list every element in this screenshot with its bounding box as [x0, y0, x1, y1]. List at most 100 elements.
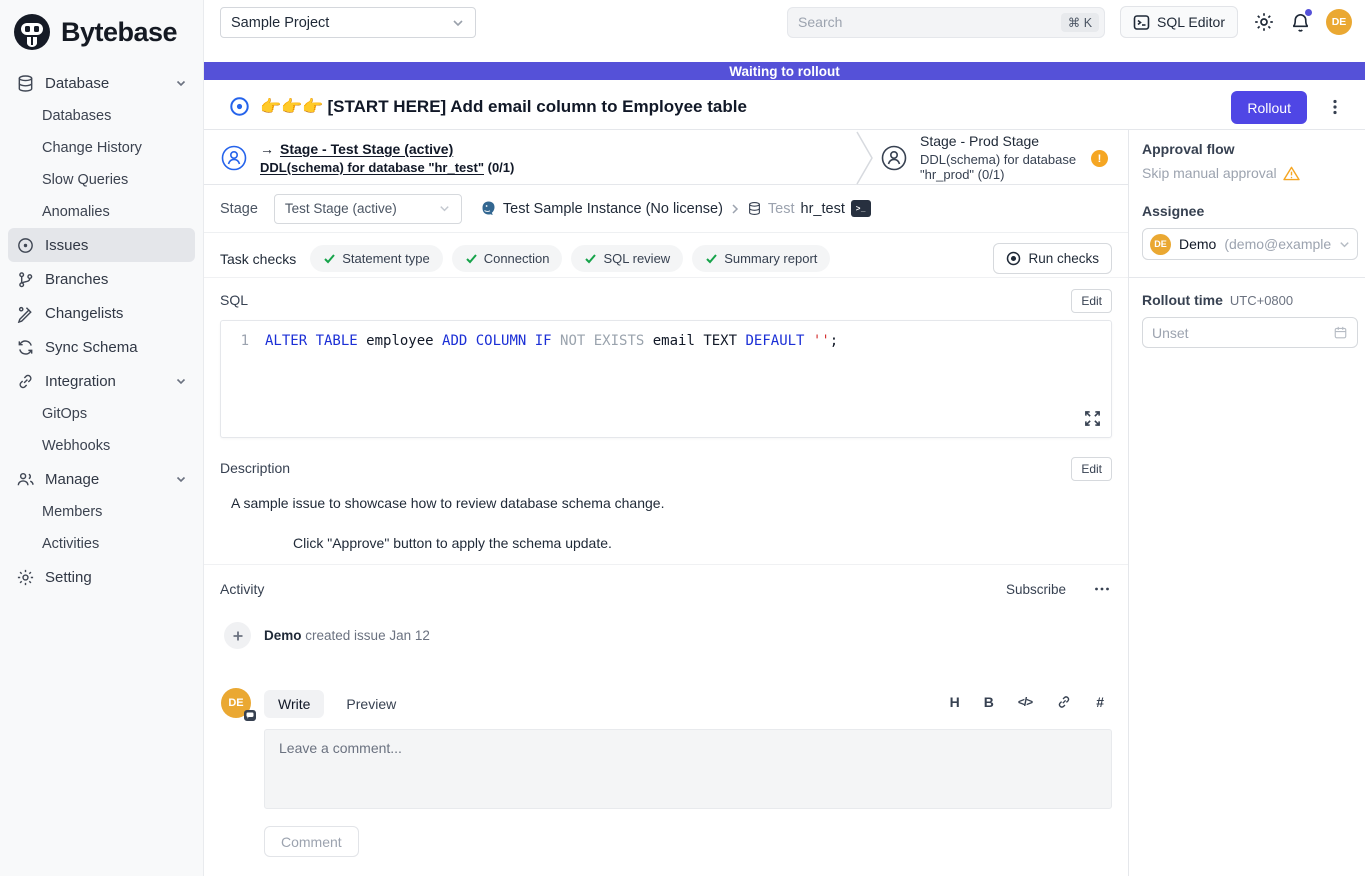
- bold-button[interactable]: B: [984, 694, 994, 710]
- sql-token: TEXT: [703, 331, 745, 351]
- sidebar-item-setting[interactable]: Setting: [8, 560, 195, 594]
- check-pill-label: Connection: [484, 251, 550, 266]
- line-number: 1: [221, 331, 265, 351]
- rollout-time-picker[interactable]: [1142, 317, 1358, 348]
- comment-bubble-badge: [244, 710, 256, 721]
- check-pill-connection[interactable]: Connection: [452, 245, 563, 272]
- database-icon: [16, 74, 35, 93]
- sidebar-item-change-history[interactable]: Change History: [8, 132, 195, 164]
- database-breadcrumb: Test Sample Instance (No license) Test h…: [480, 200, 871, 217]
- create-event-icon: [224, 622, 251, 649]
- task-checks-row: Task checks Statement type Connection SQ…: [204, 240, 1128, 278]
- chevron-down-icon: [175, 375, 187, 387]
- sidebar-item-webhooks[interactable]: Webhooks: [8, 430, 195, 462]
- stage-name: Stage - Prod Stage: [920, 133, 1039, 149]
- sql-editor[interactable]: 1 ALTER TABLE employee ADD COLUMN IF NOT…: [220, 320, 1112, 438]
- stage-select[interactable]: Test Stage (active): [274, 194, 462, 224]
- tab-write[interactable]: Write: [264, 690, 324, 718]
- sidebar-item-label: Manage: [45, 471, 99, 488]
- run-checks-label: Run checks: [1028, 251, 1099, 266]
- sql-token: '': [813, 331, 830, 351]
- sidebar: Bytebase Database Databases Change Histo…: [0, 0, 204, 876]
- kebab-icon: [1327, 98, 1343, 116]
- assignee-label: Assignee: [1142, 203, 1357, 219]
- sidebar-item-activities[interactable]: Activities: [8, 528, 195, 560]
- chevron-right-icon: [729, 203, 741, 215]
- rollout-time-input[interactable]: [1152, 325, 1333, 341]
- assignee-avatar: DE: [1150, 234, 1171, 255]
- stage-select-value: Test Stage (active): [285, 201, 397, 216]
- stage-person-icon: [221, 145, 247, 171]
- kebab-menu-button[interactable]: [1325, 96, 1345, 118]
- sidebar-item-label: Changelists: [45, 305, 123, 322]
- link-button[interactable]: [1056, 694, 1072, 710]
- user-avatar[interactable]: DE: [1326, 9, 1352, 35]
- comment-toolbar: H B </> #: [950, 694, 1104, 710]
- sidebar-item-label: Issues: [45, 237, 88, 254]
- sidebar-item-issues[interactable]: Issues: [8, 228, 195, 262]
- sidebar-item-changelists[interactable]: Changelists: [8, 296, 195, 330]
- bytebase-logo-icon: [12, 12, 52, 52]
- check-pill-summary-report[interactable]: Summary report: [692, 245, 830, 272]
- check-pill-sql-review[interactable]: SQL review: [571, 245, 683, 272]
- sidebar-item-branches[interactable]: Branches: [8, 262, 195, 296]
- sidebar-item-label: GitOps: [42, 406, 87, 422]
- activity-more-button[interactable]: [1092, 584, 1112, 594]
- comment-input[interactable]: [264, 729, 1112, 809]
- sidebar-item-anomalies[interactable]: Anomalies: [8, 196, 195, 228]
- stage-task-count: (0/1): [488, 160, 515, 175]
- tab-preview[interactable]: Preview: [332, 690, 410, 718]
- comment-submit-button[interactable]: Comment: [264, 826, 359, 857]
- sidebar-item-label: Databases: [42, 108, 111, 124]
- sql-token: DEFAULT: [745, 331, 812, 351]
- rollout-time-label: Rollout time: [1142, 292, 1223, 308]
- sql-editor-button[interactable]: SQL Editor: [1120, 6, 1238, 38]
- rollout-timezone: UTC+0800: [1230, 293, 1293, 308]
- assignee-select[interactable]: DE Demo (demo@example: [1142, 228, 1358, 260]
- stage-person-icon: [881, 145, 907, 171]
- notifications-button[interactable]: [1290, 11, 1311, 33]
- chevron-down-icon: [175, 473, 187, 485]
- code-button[interactable]: </>: [1018, 695, 1032, 709]
- sidebar-item-database[interactable]: Database: [8, 66, 195, 100]
- brand-logo[interactable]: Bytebase: [0, 0, 203, 62]
- stage-card-test[interactable]: →Stage - Test Stage (active) DDL(schema)…: [221, 131, 514, 184]
- activity-actor[interactable]: Demo: [264, 628, 302, 643]
- sidebar-item-slow-queries[interactable]: Slow Queries: [8, 164, 195, 196]
- database-icon: [747, 201, 762, 216]
- sidebar-item-databases[interactable]: Databases: [8, 100, 195, 132]
- speech-bubble-icon: [246, 712, 254, 719]
- expand-editor-button[interactable]: [1082, 408, 1103, 429]
- sidebar-item-sync-schema[interactable]: Sync Schema: [8, 330, 195, 364]
- sidebar-item-manage[interactable]: Manage: [8, 462, 195, 496]
- hash-button[interactable]: #: [1096, 694, 1104, 710]
- chevron-down-icon: [175, 77, 187, 89]
- activity-entry: Demo created issue Jan 12: [224, 622, 430, 649]
- subscribe-button[interactable]: Subscribe: [1006, 582, 1066, 597]
- heading-button[interactable]: H: [950, 694, 960, 710]
- check-pill-statement-type[interactable]: Statement type: [310, 245, 442, 272]
- settings-button[interactable]: [1253, 11, 1275, 33]
- open-sql-editor-icon[interactable]: >_: [851, 200, 871, 217]
- stage-flow: →Stage - Test Stage (active) DDL(schema)…: [204, 131, 1128, 185]
- brand-name: Bytebase: [61, 17, 177, 48]
- rollout-button[interactable]: Rollout: [1231, 91, 1307, 124]
- description-edit-button[interactable]: Edit: [1071, 457, 1112, 481]
- run-checks-button[interactable]: Run checks: [993, 243, 1112, 274]
- database-environment: Test: [768, 201, 795, 217]
- sql-label: SQL: [220, 292, 248, 308]
- sidebar-item-integration[interactable]: Integration: [8, 364, 195, 398]
- sql-edit-button[interactable]: Edit: [1071, 289, 1112, 313]
- expand-icon: [1084, 410, 1101, 427]
- sql-token: NOT EXISTS: [560, 331, 653, 351]
- notification-dot: [1305, 9, 1312, 16]
- sidebar-item-members[interactable]: Members: [8, 496, 195, 528]
- stage-task-count: (0/1): [978, 167, 1005, 182]
- instance-name[interactable]: Test Sample Instance (No license): [503, 201, 723, 217]
- database-name[interactable]: hr_test: [801, 201, 845, 217]
- sidebar-nav: Database Databases Change History Slow Q…: [0, 62, 203, 594]
- chevron-down-icon: [1338, 238, 1351, 251]
- users-icon: [16, 470, 35, 489]
- sidebar-item-gitops[interactable]: GitOps: [8, 398, 195, 430]
- sql-token: employee: [366, 331, 442, 351]
